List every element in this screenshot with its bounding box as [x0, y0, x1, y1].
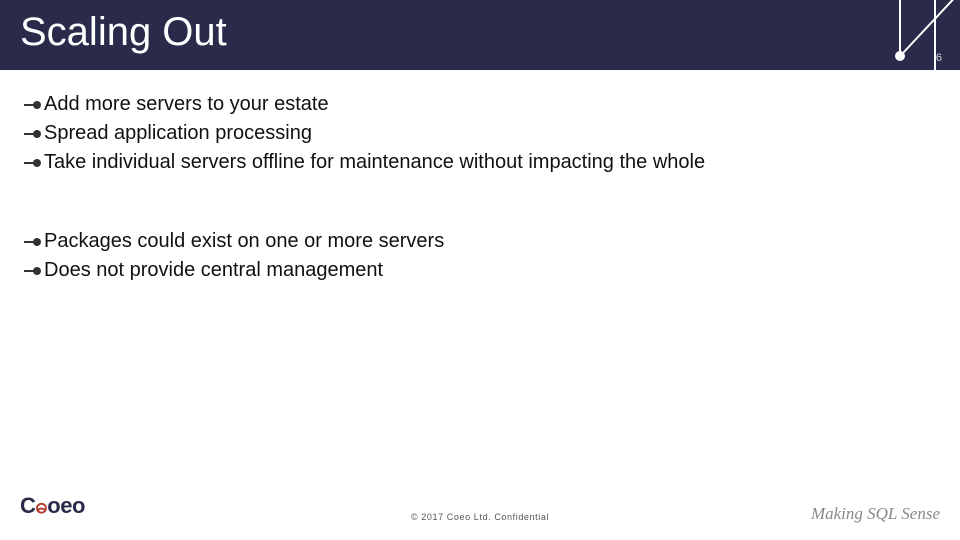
bullet-item: Packages could exist on one or more serv… [24, 229, 940, 254]
bullet-item: Does not provide central management [24, 258, 940, 283]
slide-title: Scaling Out [20, 10, 227, 55]
bullet-text: Add more servers to your estate [44, 92, 329, 117]
bullet-icon [24, 128, 42, 140]
bullet-item: Take individual servers offline for main… [24, 150, 940, 175]
slide-content: Add more servers to your estate Spread a… [0, 70, 960, 283]
bullet-text: Take individual servers offline for main… [44, 150, 705, 175]
bullet-icon [24, 265, 42, 277]
bullet-item: Spread application processing [24, 121, 940, 146]
bullet-text: Does not provide central management [44, 258, 383, 283]
bullet-group-1: Add more servers to your estate Spread a… [24, 92, 940, 175]
slide-header: Scaling Out 6 [0, 0, 960, 70]
bullet-icon [24, 99, 42, 111]
bullet-item: Add more servers to your estate [24, 92, 940, 117]
bullet-group-2: Packages could exist on one or more serv… [24, 229, 940, 283]
bullet-text: Packages could exist on one or more serv… [44, 229, 444, 254]
header-decor-graphic [840, 0, 960, 70]
bullet-icon [24, 236, 42, 248]
tagline-text: Making SQL Sense [811, 504, 940, 524]
page-number: 6 [936, 52, 942, 64]
slide-footer: Cဓoeo © 2017 Coeo Ltd. Confidential Maki… [0, 490, 960, 530]
bullet-text: Spread application processing [44, 121, 312, 146]
bullet-icon [24, 157, 42, 169]
